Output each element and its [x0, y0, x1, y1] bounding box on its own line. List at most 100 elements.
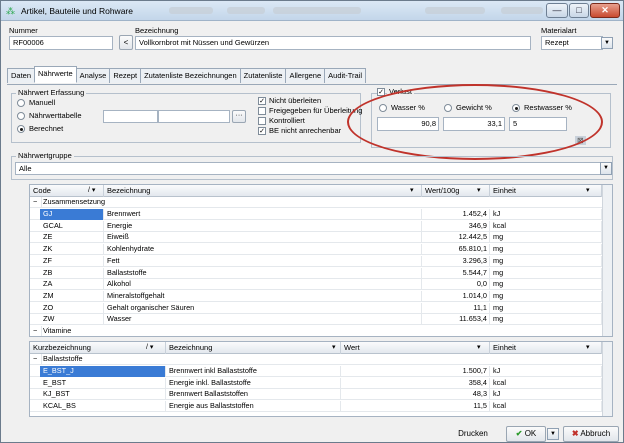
window-title: Artikel, Bauteile und Rohware: [21, 6, 133, 16]
col-code-filter-icon[interactable]: / ▾: [88, 186, 95, 194]
ok-label: OK: [524, 429, 537, 438]
wert-cell: 1.452,4: [422, 209, 490, 220]
table-row[interactable]: ZK Kohlenhydrate 65.810,1 mg: [30, 244, 612, 256]
verlust-checkbox[interactable]: ✓: [377, 88, 385, 96]
table-row[interactable]: ZB Ballaststoffe 5.544,7 mg: [30, 267, 612, 279]
kontrolliert-label: Kontrolliert: [269, 116, 305, 125]
nummer-label: Nummer: [9, 26, 38, 35]
tab-daten[interactable]: Daten: [7, 68, 36, 83]
drucken-button[interactable]: Drucken: [449, 427, 497, 443]
ballaststoffe-grid-header: Kurzbezeichnung / ▾ Bezeichnung ▾ Wert ▾…: [30, 342, 612, 354]
materialart-field[interactable]: Rezept: [541, 36, 603, 50]
einheit-cell: kJ: [490, 366, 602, 377]
restwasser-value-field[interactable]: 5: [509, 117, 567, 131]
group-row-ballaststoffe[interactable]: − Ballaststoffe: [30, 354, 612, 365]
gewicht-radio[interactable]: [444, 104, 452, 112]
restwasser-radio[interactable]: [512, 104, 520, 112]
col-wert2-filter-icon[interactable]: ▾: [477, 343, 481, 351]
tab-zutatenliste[interactable]: Zutatenliste: [239, 68, 287, 83]
ballaststoffe-grid: Kurzbezeichnung / ▾ Bezeichnung ▾ Wert ▾…: [29, 341, 613, 417]
materialart-dropdown[interactable]: ▼: [601, 37, 613, 49]
col-wert-filter-icon[interactable]: ▾: [477, 186, 481, 194]
naehrwerttabelle-radio[interactable]: [17, 112, 25, 120]
cancel-x-icon: ✖: [571, 429, 579, 438]
close-button[interactable]: ✕: [590, 3, 620, 18]
table-row[interactable]: ZF Fett 3.296,3 mg: [30, 255, 612, 267]
table-row[interactable]: KJ_BST Brennwert Ballaststoffen 48,3 kJ: [30, 389, 612, 401]
tab-rezept[interactable]: Rezept: [109, 68, 142, 83]
naehrwertgruppe-dropdown[interactable]: ▼: [600, 162, 612, 175]
back-button[interactable]: <: [119, 35, 133, 50]
manuell-radio[interactable]: [17, 99, 25, 107]
naehrwertgruppe-select[interactable]: Alle: [15, 162, 601, 175]
berechnet-radio[interactable]: [17, 125, 25, 133]
table-row[interactable]: E_BST_J Brennwert inkl Ballaststoffe 1.500…: [30, 366, 612, 377]
col-bez2-filter-icon[interactable]: ▾: [332, 343, 336, 351]
col-einheit-filter-icon[interactable]: ▾: [586, 186, 590, 194]
ok-button[interactable]: ✔ OK: [506, 426, 546, 442]
table-row[interactable]: GJ Brennwert 1.452,4 kJ: [30, 209, 612, 220]
tab-allergene[interactable]: Allergene: [285, 68, 326, 83]
col-einheit2-filter-icon[interactable]: ▾: [586, 343, 590, 351]
group-row-zusammensetzung[interactable]: − Zusammensetzung: [30, 197, 612, 208]
code-cell: ZK: [40, 244, 104, 256]
nummer-field[interactable]: RF00006: [9, 36, 113, 50]
code-cell: ZF: [40, 255, 104, 267]
table-row[interactable]: E_BST Energie inkl. Ballaststoffe 358,4 kca…: [30, 377, 612, 389]
be-nicht-anrechenbar-label: BE nicht anrechenbar: [269, 126, 342, 135]
abbruch-button[interactable]: ✖ Abbruch: [563, 426, 619, 442]
naehrwerttabelle-ellipsis-button[interactable]: ···: [232, 110, 246, 123]
nicht-ueberleiten-checkbox[interactable]: ✓: [258, 97, 266, 105]
minimize-button[interactable]: —: [546, 3, 568, 18]
maximize-button[interactable]: □: [569, 3, 589, 18]
col-bezeichnung[interactable]: Bezeichnung: [104, 185, 422, 197]
tab-naehrwerte[interactable]: Nährwerte: [34, 66, 77, 83]
table-row[interactable]: ZA Alkohol 0,0 mg: [30, 279, 612, 291]
col-kurz-filter-icon[interactable]: / ▾: [146, 343, 153, 351]
table-row[interactable]: ZE Eiweiß 12.442,5 mg: [30, 232, 612, 244]
tab-bar: Daten Nährwerte Analyse Rezept Zutatenli…: [7, 66, 367, 84]
table-row[interactable]: ZM Mineralstoffgehalt 1.014,0 mg: [30, 290, 612, 302]
abbruch-label: Abbruch: [580, 429, 611, 438]
gewicht-value-field[interactable]: 33,1: [443, 117, 505, 131]
title-bar: ⁂ Artikel, Bauteile und Rohware — □ ✕: [1, 1, 623, 21]
naehrwerttabelle-name-field[interactable]: [158, 110, 230, 123]
table-row[interactable]: ZW Wasser 11.653,4 mg: [30, 314, 612, 326]
einheit-cell: mg: [490, 314, 602, 326]
table-row[interactable]: KCAL_BS Energie aus Ballaststoffen 11,5 kca…: [30, 401, 612, 413]
table-row[interactable]: ZO Gehalt organischer Säuren 11,1 mg: [30, 302, 612, 314]
ok-dropdown[interactable]: ▼: [547, 428, 559, 440]
kontrolliert-checkbox[interactable]: [258, 117, 266, 125]
naehrwert-erfassung-label: Nährwert Erfassung: [16, 88, 87, 97]
group-row-vitamine[interactable]: − Vitamine: [30, 326, 612, 336]
col-bezeichnung-filter-icon[interactable]: ▾: [410, 186, 414, 194]
calculator-icon[interactable]: ⊠: [575, 136, 586, 145]
col-wert2[interactable]: Wert: [341, 342, 490, 354]
bezeichnung-cell: Mineralstoffgehalt: [104, 290, 422, 302]
materialart-label: Materialart: [541, 26, 577, 35]
wert-cell: 358,4: [341, 377, 490, 389]
wasser-radio[interactable]: [379, 104, 387, 112]
tab-analyse[interactable]: Analyse: [75, 68, 111, 83]
code-cell: ZO: [40, 302, 104, 314]
wert-cell: 65.810,1: [422, 244, 490, 256]
naehrwerte-grid-scrollbar[interactable]: [602, 185, 612, 336]
wasser-label: Wasser %: [391, 103, 425, 112]
wert-cell: 3.296,3: [422, 255, 490, 267]
naehrwerttabelle-field[interactable]: [103, 110, 158, 123]
code-cell: ZE: [40, 232, 104, 244]
col-bezeichnung2[interactable]: Bezeichnung: [166, 342, 341, 354]
einheit-cell: mg: [490, 255, 602, 267]
bezeichnung-cell: Brennwert Ballaststoffen: [166, 389, 341, 401]
be-nicht-anrechenbar-checkbox[interactable]: ✓: [258, 127, 266, 135]
table-row[interactable]: GCAL Energie 346,9 kcal: [30, 220, 612, 232]
wasser-value-field[interactable]: 90,8: [377, 117, 439, 131]
tab-zutatenliste-bezeichnungen[interactable]: Zutatenliste Bezeichnungen: [140, 68, 241, 83]
bezeichnung-field[interactable]: Vollkornbrot mit Nüssen und Gewürzen: [135, 36, 531, 50]
tab-audit-trail[interactable]: Audit-Trail: [324, 68, 367, 83]
freigegeben-checkbox[interactable]: [258, 107, 266, 115]
naehrwertgruppe-label: Nährwertgruppe: [16, 151, 74, 160]
ballaststoffe-grid-scrollbar[interactable]: [602, 342, 612, 416]
code-cell: GCAL: [40, 220, 104, 232]
bezeichnung-cell: Kohlenhydrate: [104, 244, 422, 256]
